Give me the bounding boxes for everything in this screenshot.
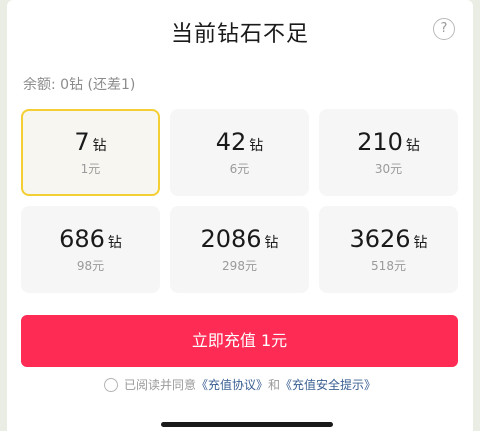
package-option-3[interactable]: 210 钻 30元	[319, 109, 458, 196]
diamond-unit: 钻	[249, 138, 264, 154]
package-option-6[interactable]: 3626 钻 518元	[319, 206, 458, 293]
agreement-row: 已阅读并同意 《充值协议》 和 《充值安全提示》	[7, 376, 473, 393]
package-amount: 2086 钻	[200, 225, 278, 253]
package-amount: 7 钻	[74, 128, 106, 156]
package-amount: 42 钻	[216, 128, 264, 156]
package-price: 98元	[76, 259, 105, 273]
safety-tips-link[interactable]: 《充值安全提示》	[280, 376, 376, 393]
recharge-sheet: 当前钻石不足 ? 余额: 0钻 (还差1) 7 钻 1元 42 钻 6元 210…	[7, 0, 473, 431]
balance-text: 余额: 0钻 (还差1)	[23, 77, 136, 93]
recharge-button[interactable]: 立即充值 1元	[21, 315, 458, 367]
package-option-2[interactable]: 42 钻 6元	[170, 109, 309, 196]
package-option-1[interactable]: 7 钻 1元	[21, 109, 160, 196]
home-indicator	[161, 422, 333, 427]
agreement-and: 和	[268, 378, 281, 392]
page-title: 当前钻石不足	[170, 22, 309, 47]
help-icon[interactable]: ?	[433, 18, 455, 40]
package-amount-value: 210	[357, 128, 403, 156]
package-price: 6元	[229, 162, 250, 176]
package-amount: 210 钻	[357, 128, 420, 156]
agreement-radio[interactable]	[103, 377, 118, 392]
diamond-unit: 钻	[264, 235, 279, 251]
diamond-unit: 钻	[107, 235, 122, 251]
package-option-4[interactable]: 686 钻 98元	[21, 206, 160, 293]
package-price: 1元	[80, 162, 101, 176]
package-amount-value: 2086	[200, 225, 262, 253]
package-amount-value: 686	[59, 225, 105, 253]
agreement-prefix: 已阅读并同意	[123, 378, 196, 392]
package-grid: 7 钻 1元 42 钻 6元 210 钻 30元 686 钻 98元 2086 …	[21, 109, 460, 293]
package-price: 298元	[222, 259, 257, 273]
diamond-unit: 钻	[92, 138, 107, 154]
package-amount: 3626 钻	[349, 225, 427, 253]
package-option-5[interactable]: 2086 钻 298元	[170, 206, 309, 293]
package-amount: 686 钻	[59, 225, 122, 253]
package-amount-value: 7	[74, 128, 90, 156]
diamond-unit: 钻	[405, 138, 420, 154]
package-amount-value: 42	[215, 128, 247, 156]
package-price: 30元	[374, 162, 403, 176]
package-amount-value: 3626	[349, 225, 411, 253]
package-price: 518元	[371, 259, 406, 273]
recharge-agreement-link[interactable]: 《充值协议》	[196, 376, 268, 393]
diamond-unit: 钻	[413, 235, 428, 251]
